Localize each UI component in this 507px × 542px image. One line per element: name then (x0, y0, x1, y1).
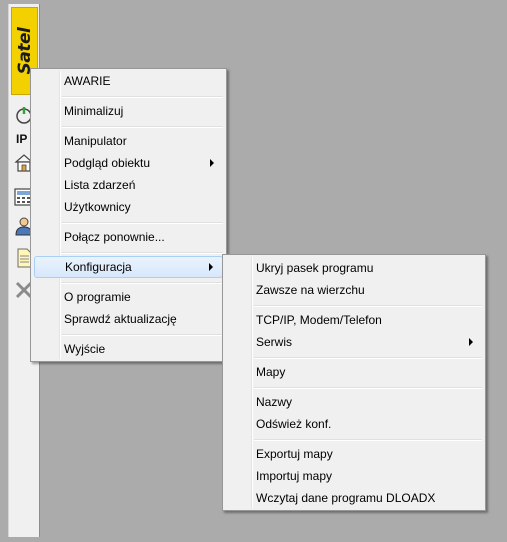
menu-separator (254, 387, 482, 389)
menu-item-odswiez-konf[interactable]: Odśwież konf. (226, 413, 482, 435)
menu-item-wyjscie[interactable]: Wyjście (34, 338, 223, 360)
connection-status-label: IP (16, 132, 28, 146)
menu-item-manipulator[interactable]: Manipulator (34, 130, 223, 152)
menu-item-label: Podgląd obiektu (64, 156, 151, 170)
menu-separator (62, 252, 223, 254)
menu-item-label: Exportuj mapy (256, 447, 333, 461)
menu-item-label: Konfiguracja (65, 260, 132, 274)
menu-item-lista-zdarzen[interactable]: Lista zdarzeń (34, 174, 223, 196)
konfiguracja-submenu: Ukryj pasek programu Zawsze na wierzchu … (222, 254, 486, 511)
menu-item-importuj-mapy[interactable]: Importuj mapy (226, 465, 482, 487)
menu-separator (62, 222, 223, 224)
menu-separator (254, 305, 482, 307)
menu-item-podglad-obiektu[interactable]: Podgląd obiektu (34, 152, 223, 174)
menu-item-label: O programie (64, 290, 131, 304)
menu-item-label: Połącz ponownie... (64, 230, 165, 244)
menu-separator (254, 357, 482, 359)
menu-item-label: Lista zdarzeń (64, 178, 136, 192)
menu-item-o-programie[interactable]: O programie (34, 286, 223, 308)
menu-item-awarie[interactable]: AWARIE (34, 70, 223, 92)
context-menu: AWARIE Minimalizuj Manipulator Podgląd o… (30, 68, 227, 362)
menu-separator (62, 126, 223, 128)
menu-separator (62, 282, 223, 284)
menu-item-wczytaj-dloadx[interactable]: Wczytaj dane programu DLOADX (226, 487, 482, 509)
menu-item-label: AWARIE (64, 74, 111, 88)
menu-separator (62, 334, 223, 336)
menu-item-konfiguracja[interactable]: Konfiguracja (34, 256, 223, 278)
menu-item-sprawdz-aktualizacje[interactable]: Sprawdź aktualizację (34, 308, 223, 330)
menu-item-label: Ukryj pasek programu (256, 261, 374, 275)
menu-separator (62, 96, 223, 98)
menu-item-minimalizuj[interactable]: Minimalizuj (34, 100, 223, 122)
menu-item-serwis[interactable]: Serwis (226, 331, 482, 353)
menu-item-tcpip-modem[interactable]: TCP/IP, Modem/Telefon (226, 309, 482, 331)
menu-separator (254, 439, 482, 441)
menu-item-label: Importuj mapy (256, 469, 333, 483)
submenu-arrow-icon (210, 159, 214, 167)
menu-item-label: TCP/IP, Modem/Telefon (256, 313, 382, 327)
menu-item-label: Odśwież konf. (256, 417, 332, 431)
submenu-arrow-icon (209, 263, 213, 271)
menu-item-label: Serwis (256, 335, 293, 349)
menu-item-label: Nazwy (256, 395, 293, 409)
menu-item-label: Wczytaj dane programu DLOADX (256, 491, 436, 505)
menu-item-mapy[interactable]: Mapy (226, 361, 482, 383)
menu-item-label: Minimalizuj (64, 104, 124, 118)
menu-item-label: Zawsze na wierzchu (256, 283, 365, 297)
menu-item-polacz-ponownie[interactable]: Połącz ponownie... (34, 226, 223, 248)
menu-item-label: Użytkownicy (64, 200, 131, 214)
menu-item-label: Mapy (256, 365, 286, 379)
menu-item-ukryj-pasek[interactable]: Ukryj pasek programu (226, 257, 482, 279)
menu-item-label: Wyjście (64, 342, 106, 356)
menu-item-label: Sprawdź aktualizację (64, 312, 177, 326)
menu-item-nazwy[interactable]: Nazwy (226, 391, 482, 413)
menu-item-exportuj-mapy[interactable]: Exportuj mapy (226, 443, 482, 465)
desktop-background: Satel IP AWARIE Minimalizuj Manipulator … (0, 0, 507, 542)
menu-item-label: Manipulator (64, 134, 127, 148)
menu-item-uzytkownicy[interactable]: Użytkownicy (34, 196, 223, 218)
menu-item-zawsze-na-wierzchu[interactable]: Zawsze na wierzchu (226, 279, 482, 301)
submenu-arrow-icon (469, 338, 473, 346)
